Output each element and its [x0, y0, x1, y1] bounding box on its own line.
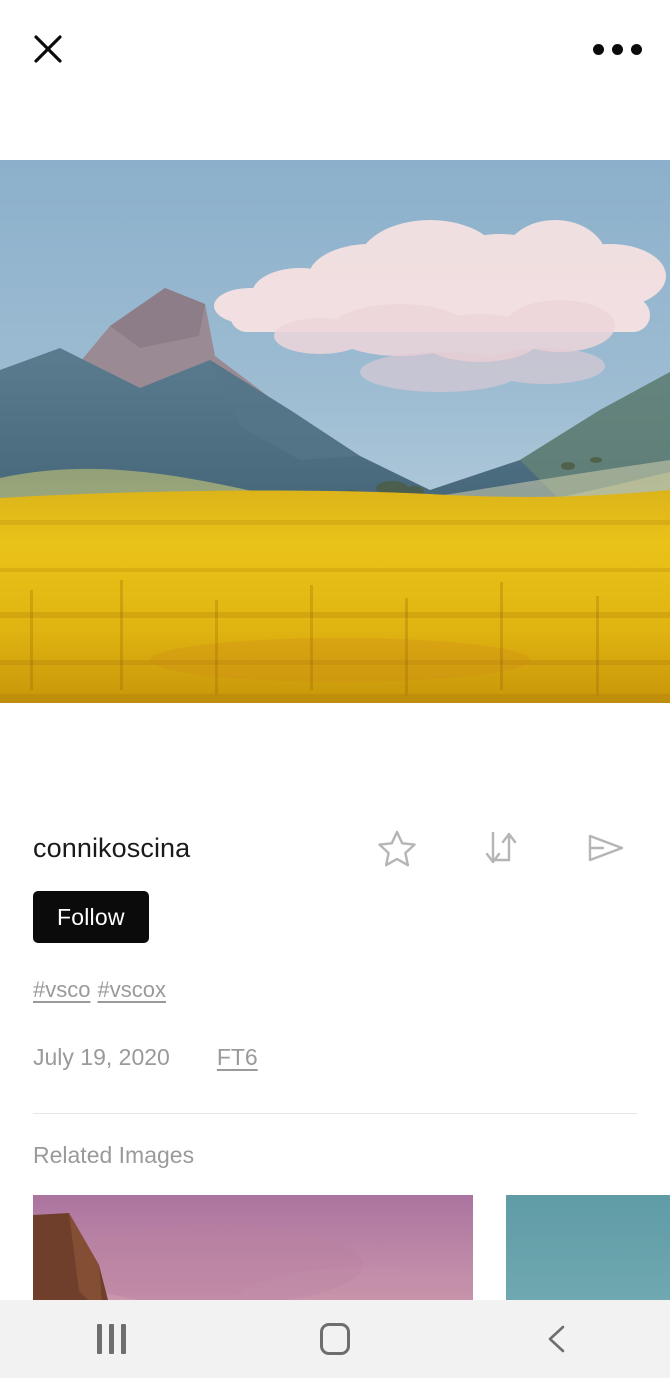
repost-button[interactable]	[479, 826, 523, 870]
android-navigation-bar	[0, 1300, 670, 1378]
main-photo[interactable]	[0, 160, 670, 703]
hashtag-list: #vsco #vscox	[0, 943, 670, 1001]
close-button[interactable]	[28, 29, 68, 69]
preset-link[interactable]: FT6	[217, 1046, 258, 1069]
top-bar	[0, 0, 670, 98]
related-images-strip[interactable]	[0, 1195, 670, 1315]
related-image-1-thumbnail	[33, 1195, 473, 1315]
recents-button[interactable]	[0, 1300, 223, 1378]
hashtag-vsco[interactable]: #vsco	[33, 977, 90, 1002]
favorite-button[interactable]	[375, 826, 419, 870]
related-images-title: Related Images	[33, 1142, 195, 1168]
date-preset-row: July 19, 2020 FT6	[0, 1001, 670, 1069]
related-image-1[interactable]	[33, 1195, 473, 1315]
share-icon	[588, 834, 624, 862]
recents-icon	[97, 1324, 127, 1354]
home-icon	[319, 1323, 350, 1355]
post-date: July 19, 2020	[33, 1044, 170, 1070]
user-row: connikoscina	[0, 703, 670, 873]
post-details: connikoscina Follow #vsco #vscox July 19…	[0, 703, 670, 1315]
favorite-icon	[378, 830, 416, 867]
repost-icon	[485, 832, 517, 864]
hashtag-vscox[interactable]: #vscox	[97, 977, 165, 1002]
share-button[interactable]	[583, 826, 627, 870]
follow-row: Follow	[0, 873, 670, 943]
more-options-icon	[593, 43, 642, 55]
username[interactable]: connikoscina	[33, 834, 190, 862]
back-button[interactable]	[447, 1300, 670, 1378]
main-photo-image	[0, 160, 670, 703]
related-image-2-thumbnail	[506, 1195, 670, 1315]
close-icon	[34, 35, 62, 63]
home-button[interactable]	[223, 1300, 446, 1378]
chevron-left-icon	[549, 1325, 565, 1353]
post-actions	[375, 826, 627, 870]
app-root: connikoscina Follow #vsco #vscox July 19…	[0, 0, 670, 1378]
more-options-button[interactable]	[593, 43, 642, 55]
follow-button[interactable]: Follow	[33, 891, 149, 943]
related-image-2[interactable]	[506, 1195, 670, 1315]
